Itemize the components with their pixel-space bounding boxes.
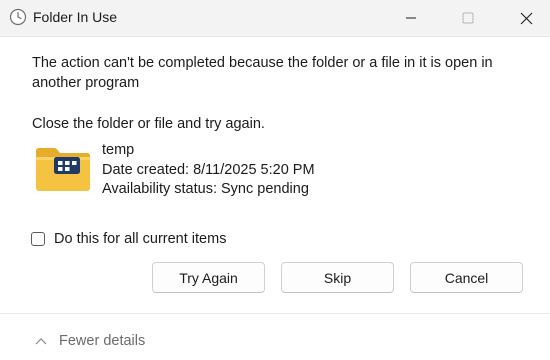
apply-to-all-label[interactable]: Do this for all current items	[54, 231, 226, 247]
window-title: Folder In Use	[33, 9, 118, 25]
chevron-up-icon	[35, 338, 47, 345]
instruction-text: Close the folder or file and try again.	[32, 116, 265, 132]
folder-in-use-dialog: Folder In Use The action can't be comple…	[0, 0, 550, 360]
try-again-button[interactable]: Try Again	[152, 262, 265, 293]
file-date-created: Date created: 8/11/2025 5:20 PM	[102, 161, 315, 178]
minimize-button[interactable]	[388, 0, 434, 36]
fewer-details-toggle[interactable]: Fewer details	[35, 333, 145, 349]
maximize-icon	[462, 12, 474, 24]
minimize-icon	[406, 17, 416, 19]
apply-to-all-checkbox[interactable]	[31, 232, 45, 246]
apply-to-all-row[interactable]: Do this for all current items	[31, 231, 226, 247]
folder-icon	[34, 145, 92, 193]
file-availability-status: Availability status: Sync pending	[102, 181, 309, 197]
cancel-button[interactable]: Cancel	[410, 262, 523, 293]
file-details: temp Date created: 8/11/2025 5:20 PM Ava…	[102, 141, 315, 200]
file-name: temp	[102, 142, 135, 158]
clock-icon	[9, 8, 27, 26]
maximize-button[interactable]	[445, 0, 491, 36]
skip-button[interactable]: Skip	[281, 262, 394, 293]
close-button[interactable]	[503, 0, 549, 36]
close-icon	[520, 12, 532, 24]
dialog-footer: Fewer details	[0, 313, 550, 360]
error-message: The action can't be completed because th…	[32, 55, 493, 91]
fewer-details-label[interactable]: Fewer details	[59, 333, 145, 349]
title-bar[interactable]: Folder In Use	[0, 0, 550, 37]
